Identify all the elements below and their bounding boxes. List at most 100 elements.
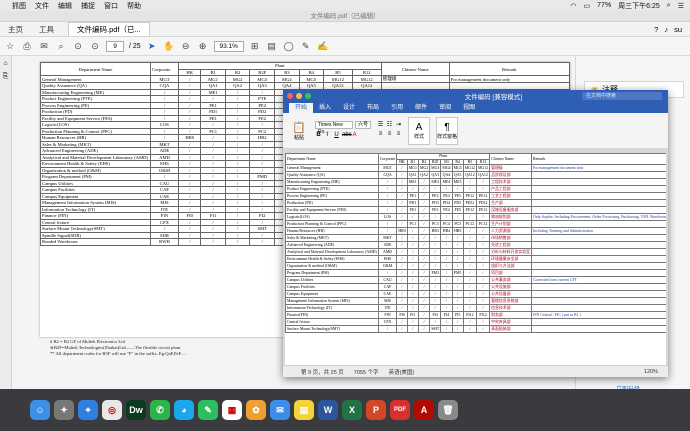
table-cell: Environment Health & Safety (EHS) (285, 255, 379, 264)
user-name[interactable]: su (674, 25, 682, 34)
page-up-icon[interactable]: ⊙ (72, 40, 84, 52)
bullets-icon[interactable]: ☰ (377, 121, 384, 128)
menu-item[interactable]: 编辑 (58, 1, 72, 11)
menu-list-icon[interactable]: ☰ (678, 2, 684, 10)
tab-home[interactable]: 主页 (0, 24, 31, 35)
fit-icon[interactable]: ⊞ (249, 40, 261, 52)
tab-references[interactable]: 引用 (385, 103, 409, 113)
chrome-icon[interactable]: ◎ (102, 400, 122, 420)
styles-pane-button[interactable]: ¶ 样式窗格 (436, 116, 458, 145)
language[interactable]: 英语(美国) (389, 368, 415, 376)
table-cell: General Management (40, 75, 151, 83)
pen-icon[interactable]: ✎ (300, 40, 312, 52)
close-button[interactable] (287, 93, 293, 99)
styles-button[interactable]: A 样式 (408, 116, 430, 145)
wechat-icon[interactable]: ✆ (150, 400, 170, 420)
menu-item[interactable]: 文件 (35, 1, 49, 11)
bold-icon[interactable]: B (315, 132, 322, 138)
lock-icon[interactable]: ⌂ (0, 60, 11, 67)
battery-icon[interactable]: ▭ (584, 2, 591, 10)
table-cell: / (417, 213, 431, 222)
table-cell: PE1 (406, 192, 419, 201)
align-right-icon[interactable]: ≡ (395, 131, 402, 137)
table-row: Surface Mount Technology(SMT) / / / / SMT / / / /… (285, 325, 666, 334)
table-cell: / (396, 178, 408, 187)
zoom-select[interactable]: 93.1% (213, 40, 244, 52)
minimize-button[interactable] (296, 93, 302, 99)
page-count[interactable]: 第 9 页，共 25 页 (301, 368, 344, 376)
italic-icon[interactable]: I (324, 132, 331, 138)
safari-icon[interactable]: ⌖ (78, 400, 98, 420)
font-select[interactable]: Times New Ro... (315, 120, 353, 135)
tab-mailings[interactable]: 邮件 (409, 103, 433, 113)
table-cell: FIN Central / FIC ( put in B1 ) (531, 311, 666, 320)
sign-icon[interactable]: ✍ (317, 40, 329, 52)
tab-home[interactable]: 开始 (289, 103, 314, 113)
tab-tools[interactable]: 工具 (31, 24, 62, 35)
menu-item[interactable]: 抓图 (12, 1, 26, 11)
tab-document[interactable]: 文件编码.pdf（已... (68, 22, 150, 36)
launchpad-icon[interactable]: ✦ (54, 400, 74, 420)
document-page[interactable]: Department Name Corporate Plant Chinese … (285, 153, 666, 365)
evernote-icon[interactable]: ✎ (198, 400, 218, 420)
strike-icon[interactable]: abc (342, 132, 352, 138)
font-color-icon[interactable]: A (351, 132, 358, 138)
zoom-out-icon[interactable]: ⊖ (180, 40, 192, 52)
page-number-input[interactable]: 9 (106, 40, 124, 52)
table-row: Manufacturing Engineering (ME) / / ME1/ME3 M… (285, 178, 666, 187)
zoom-in-icon[interactable]: ⊕ (197, 40, 209, 52)
finder-icon[interactable]: ☺ (30, 400, 50, 420)
align-center-icon[interactable]: ≡ (386, 131, 393, 137)
notes-icon[interactable]: ▤ (294, 400, 314, 420)
word-count[interactable]: 7055 个字 (354, 368, 379, 376)
mail-icon[interactable]: ✉ (38, 40, 50, 52)
dreamweaver-icon[interactable]: Dw (126, 400, 146, 420)
maximize-button[interactable] (305, 93, 311, 99)
indent-icon[interactable]: ⇥ (395, 121, 402, 128)
powerpoint-icon[interactable]: P (366, 400, 386, 420)
search-icon[interactable]: ⌕ (667, 2, 671, 10)
bookmark-icon[interactable]: ⎘ (0, 73, 11, 81)
print-icon[interactable]: ⎙ (21, 40, 33, 52)
document-area[interactable]: Department Name Corporate Plant Chinese … (283, 149, 668, 365)
help-icon[interactable]: ? (654, 25, 658, 34)
tab-view[interactable]: 视图 (457, 103, 481, 113)
hand-icon[interactable]: ✋ (163, 40, 175, 52)
table-cell: FIN (377, 311, 398, 320)
search-icon[interactable]: ⌕ (55, 40, 67, 52)
menu-item[interactable]: 窗口 (104, 1, 118, 11)
word-icon[interactable]: W (318, 400, 338, 420)
clock[interactable]: 周三下午6:25 (618, 1, 660, 11)
photos-icon[interactable]: ✿ (246, 400, 266, 420)
numbering-icon[interactable]: ☷ (386, 121, 393, 128)
align-left-icon[interactable]: ≡ (377, 131, 384, 137)
comment-icon[interactable]: ◯ (283, 40, 295, 52)
star-icon[interactable]: ☆ (4, 40, 16, 52)
calendar-icon[interactable]: ▦ (222, 400, 242, 420)
trash-icon[interactable]: 🗑 (438, 400, 458, 420)
qq-icon[interactable]: ◕ (174, 400, 194, 420)
pdf-icon[interactable]: PDF (390, 400, 410, 420)
table-row: Campus Utilities CAU / / / / / / / / 公共事务部 Correcte… (285, 276, 666, 285)
tab-review[interactable]: 审阅 (433, 103, 457, 113)
underline-icon[interactable]: U (333, 132, 340, 138)
bell-icon[interactable]: ♪ (664, 25, 668, 34)
tab-layout[interactable]: 布局 (361, 103, 385, 113)
paste-button[interactable]: 📋 粘贴 (289, 117, 309, 145)
tab-design[interactable]: 设计 (337, 103, 361, 113)
wifi-icon[interactable]: ◠ (570, 2, 576, 10)
cursor-icon[interactable]: ➤ (146, 40, 158, 52)
table-cell: / (396, 290, 408, 299)
tab-insert[interactable]: 插入 (313, 103, 337, 113)
mail-icon[interactable]: ✉ (270, 400, 290, 420)
menu-item[interactable]: 捕捉 (81, 1, 95, 11)
acrobat-icon[interactable]: A (414, 400, 434, 420)
menu-item[interactable]: 帮助 (127, 1, 141, 11)
scroll-icon[interactable]: ▤ (266, 40, 278, 52)
size-select[interactable]: 六号 (355, 120, 371, 129)
doc-search-input[interactable]: 在文档中搜索 (582, 92, 662, 100)
excel-icon[interactable]: X (342, 400, 362, 420)
table-cell: / (475, 234, 491, 243)
zoom-level[interactable]: 120% (644, 369, 668, 375)
page-down-icon[interactable]: ⊙ (89, 40, 101, 52)
